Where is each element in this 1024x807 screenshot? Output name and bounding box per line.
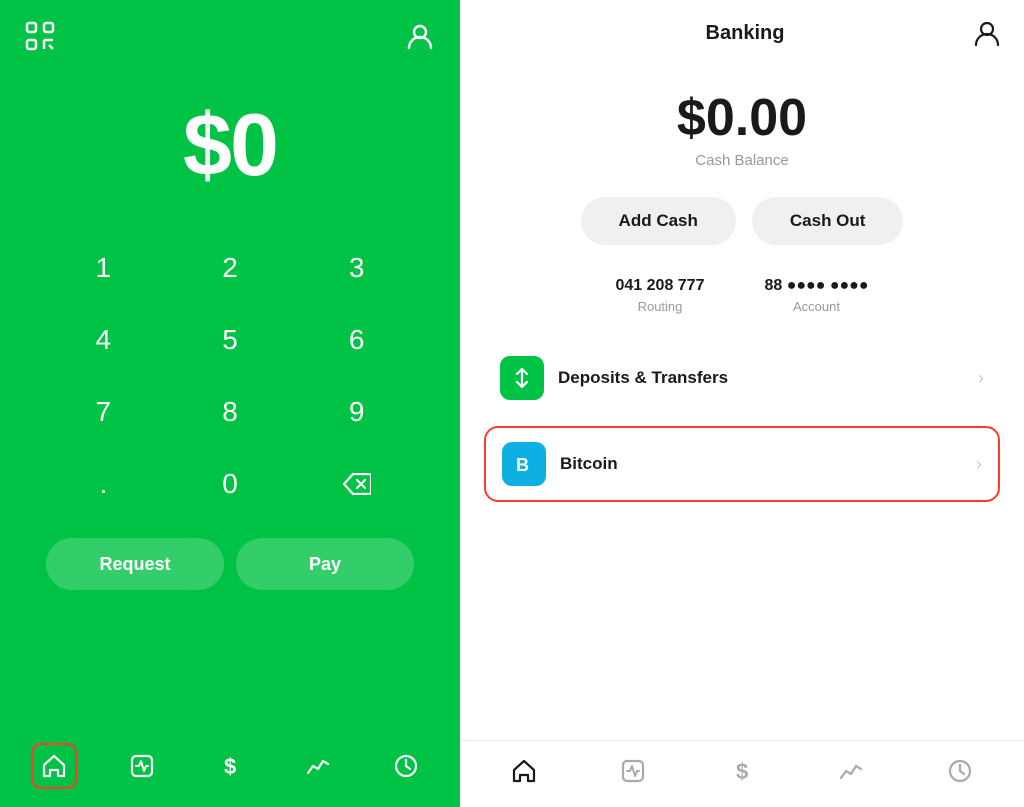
numpad-key-8[interactable]: 8 (167, 376, 294, 448)
numpad: 1 2 3 4 5 6 7 8 9 . 0 (40, 232, 420, 520)
left-top-bar (0, 0, 460, 54)
cash-out-button[interactable]: Cash Out (752, 197, 904, 245)
svg-text:$: $ (224, 754, 236, 779)
numpad-key-5[interactable]: 5 (167, 304, 294, 376)
request-button[interactable]: Request (46, 538, 224, 590)
right-panel: Banking $0.00 Cash Balance Add Cash Cash… (460, 0, 1024, 807)
right-bottom-nav: $ (460, 740, 1024, 807)
svg-text:B: B (516, 455, 529, 475)
routing-number: 041 208 777 (616, 277, 705, 295)
routing-label: Routing (638, 299, 683, 314)
left-nav-home[interactable] (31, 743, 77, 789)
left-nav-activity[interactable] (119, 743, 165, 789)
right-nav-activity[interactable] (615, 753, 651, 789)
numpad-key-1[interactable]: 1 (40, 232, 167, 304)
numpad-key-9[interactable]: 9 (293, 376, 420, 448)
numpad-key-2[interactable]: 2 (167, 232, 294, 304)
deposits-chevron: › (978, 368, 984, 389)
deposits-icon (500, 356, 544, 400)
account-info: 88 ●●●● ●●●● Account (764, 277, 868, 314)
bitcoin-chevron: › (976, 454, 982, 475)
left-nav-dollar[interactable]: $ (207, 743, 253, 789)
amount-display: $0 (183, 94, 277, 196)
numpad-key-3[interactable]: 3 (293, 232, 420, 304)
left-bottom-nav: $ (0, 731, 460, 807)
left-nav-graph[interactable] (295, 743, 341, 789)
right-top-bar: Banking (460, 0, 1024, 48)
pay-button[interactable]: Pay (236, 538, 414, 590)
left-panel: $0 1 2 3 4 5 6 7 8 9 . 0 Request Pay (0, 0, 460, 807)
bitcoin-item[interactable]: B Bitcoin › (486, 428, 998, 500)
numpad-key-backspace[interactable] (293, 448, 420, 520)
add-cash-button[interactable]: Add Cash (581, 197, 736, 245)
numpad-key-7[interactable]: 7 (40, 376, 167, 448)
right-nav-dollar[interactable]: $ (724, 753, 760, 789)
account-label: Account (793, 299, 840, 314)
right-nav-graph[interactable] (833, 753, 869, 789)
bitcoin-wrapper: B Bitcoin › (484, 426, 1000, 502)
right-profile-icon[interactable] (972, 18, 1002, 48)
left-profile-icon[interactable] (402, 18, 438, 54)
account-number: 88 ●●●● ●●●● (764, 277, 868, 295)
cash-buttons: Add Cash Cash Out (581, 197, 904, 245)
deposits-transfers-item[interactable]: Deposits & Transfers › (484, 342, 1000, 414)
bitcoin-label: Bitcoin (560, 454, 962, 474)
bank-info-row: 041 208 777 Routing 88 ●●●● ●●●● Account (616, 277, 869, 314)
deposits-label: Deposits & Transfers (558, 368, 964, 388)
numpad-key-0[interactable]: 0 (167, 448, 294, 520)
cash-balance-label: Cash Balance (695, 152, 788, 169)
right-nav-clock[interactable] (942, 753, 978, 789)
routing-info: 041 208 777 Routing (616, 277, 705, 314)
scan-icon[interactable] (22, 18, 58, 54)
svg-text:$: $ (736, 759, 748, 784)
numpad-key-6[interactable]: 6 (293, 304, 420, 376)
banking-title: Banking (706, 22, 785, 45)
right-balance: $0.00 (677, 88, 807, 148)
bitcoin-icon: B (502, 442, 546, 486)
right-nav-home[interactable] (506, 753, 542, 789)
numpad-key-dot[interactable]: . (40, 448, 167, 520)
menu-list: Deposits & Transfers › B Bitcoin › (460, 342, 1024, 502)
numpad-key-4[interactable]: 4 (40, 304, 167, 376)
left-nav-clock[interactable] (383, 743, 429, 789)
action-row: Request Pay (40, 538, 420, 590)
